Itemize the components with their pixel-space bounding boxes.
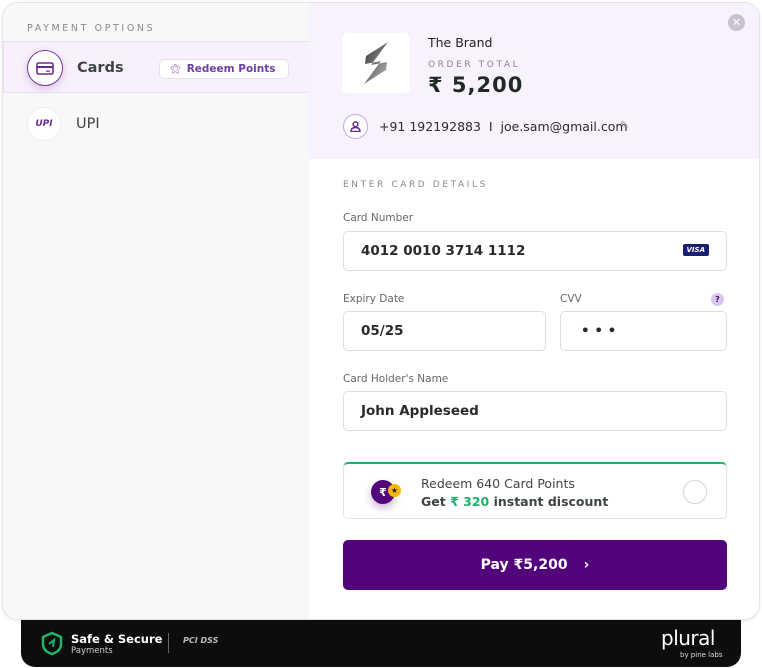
redeem-points-badge[interactable]: ⚝ Redeem Points <box>159 59 289 79</box>
help-icon[interactable]: ? <box>711 293 724 306</box>
expiry-value: 05/25 <box>361 323 404 339</box>
redeem-points-label: Redeem Points <box>186 63 276 75</box>
card-number-label: Card Number <box>343 212 414 224</box>
redeem-prefix: Get <box>421 494 451 509</box>
pci-dss-logo: PCI DSS <box>183 636 219 645</box>
holder-name-value: John Appleseed <box>361 403 479 419</box>
pay-button[interactable]: Pay ₹5,200 › <box>343 540 727 590</box>
credit-card-icon <box>27 50 63 86</box>
star-icon: ★ <box>388 484 401 497</box>
redeem-points-option[interactable]: ₹ ★ Redeem 640 Card Points Get ₹ 320 ins… <box>343 462 727 519</box>
secure-subtitle: Payments <box>71 646 113 656</box>
secure-title: Safe & Secure <box>71 632 163 646</box>
chevron-right-icon: › <box>583 557 590 573</box>
sidebar-item-cards[interactable]: Cards ⚝ Redeem Points <box>3 41 309 93</box>
redeem-radio[interactable] <box>683 480 707 504</box>
payment-options-sidebar: PAYMENT OPTIONS Cards ⚝ Redeem Points UP… <box>3 3 309 619</box>
star-burst-icon: ⚝ <box>170 62 181 75</box>
holder-name-input[interactable]: John Appleseed <box>343 391 727 431</box>
card-number-input[interactable]: 4012 0010 3714 1112 VISA <box>343 231 727 271</box>
sidebar-item-upi[interactable]: UPI UPI <box>3 95 309 141</box>
footer-bar: Safe & Secure Payments PCI DSS plural by… <box>21 620 741 667</box>
sidebar-item-label: Cards <box>77 60 124 76</box>
shield-icon <box>41 631 63 656</box>
merchant-name: The Brand <box>428 35 493 50</box>
upi-logo-text: UPI <box>35 119 53 129</box>
cvv-label: CVV <box>560 293 582 305</box>
holder-name-label: Card Holder's Name <box>343 373 449 385</box>
card-details-title: ENTER CARD DETAILS <box>343 180 488 190</box>
contact-details: +91 192192883 I joe.sam@gmail.com <box>379 119 628 134</box>
pay-button-label: Pay ₹5,200 <box>480 557 568 573</box>
order-total: ₹ 5,200 <box>428 73 524 97</box>
user-icon <box>343 114 368 139</box>
redeem-discount: Get ₹ 320 instant discount <box>421 494 608 509</box>
close-icon[interactable]: ✕ <box>728 14 745 31</box>
payment-options-title: PAYMENT OPTIONS <box>27 23 156 34</box>
cvv-value: • • • <box>581 323 617 339</box>
cvv-input[interactable]: • • • <box>560 311 727 351</box>
visa-icon: VISA <box>682 244 709 256</box>
card-number-value: 4012 0010 3714 1112 <box>361 243 526 259</box>
expiry-label: Expiry Date <box>343 293 405 305</box>
order-total-label: ORDER TOTAL <box>428 60 521 70</box>
redeem-suffix: instant discount <box>489 494 609 509</box>
order-summary-header: ✕ The Brand ORDER TOTAL ₹ 5,200 +91 1921… <box>309 3 759 159</box>
redeem-title: Redeem 640 Card Points <box>421 476 575 491</box>
divider <box>168 633 169 653</box>
payment-panel: ✕ The Brand ORDER TOTAL ₹ 5,200 +91 1921… <box>309 3 759 619</box>
plural-logo: plural <box>661 626 715 650</box>
brand-logo <box>342 33 410 93</box>
pine-labs-text: by pine labs <box>680 651 723 659</box>
sidebar-item-label: UPI <box>76 116 100 132</box>
checkout-card: PAYMENT OPTIONS Cards ⚝ Redeem Points UP… <box>2 2 760 620</box>
expiry-input[interactable]: 05/25 <box>343 311 546 351</box>
edit-pencil-icon[interactable]: ✎ <box>620 119 629 132</box>
redeem-amount: ₹ 320 <box>450 494 490 509</box>
upi-logo-icon: UPI <box>27 107 61 141</box>
